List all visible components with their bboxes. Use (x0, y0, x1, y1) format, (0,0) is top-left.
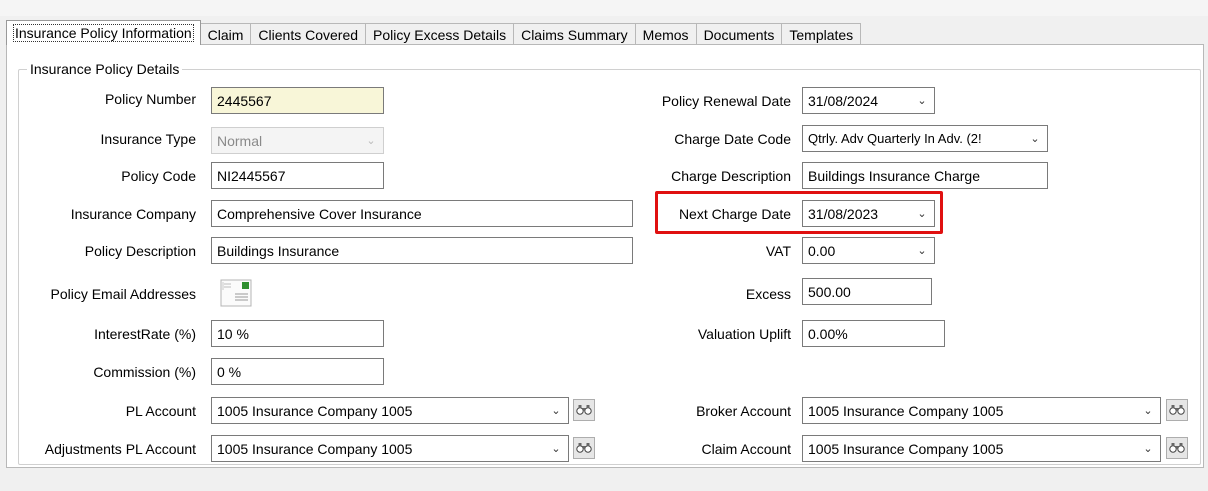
adjustments-pl-account-label: Adjustments PL Account (44, 441, 196, 457)
tab-documents[interactable]: Documents (695, 23, 783, 45)
broker-account-select[interactable]: 1005 Insurance Company 1005 ⌄ (802, 397, 1161, 424)
chevron-down-icon: ⌄ (917, 95, 927, 107)
claim-account-select[interactable]: 1005 Insurance Company 1005 ⌄ (802, 435, 1161, 462)
tab-policy-excess-details[interactable]: Policy Excess Details (365, 23, 515, 45)
chevron-down-icon: ⌄ (1143, 443, 1153, 455)
envelope-icon[interactable] (219, 278, 255, 308)
tab-clients-covered[interactable]: Clients Covered (250, 23, 367, 45)
commission-field[interactable]: 0 % (211, 358, 384, 385)
insurance-type-label: Insurance Type (100, 131, 196, 147)
policy-description-label: Policy Description (84, 243, 196, 259)
charge-description-label: Charge Description (671, 168, 791, 184)
charge-date-code-select[interactable]: Qtrly. Adv Quarterly In Adv. (2! ⌄ (802, 125, 1048, 152)
chevron-down-icon: ⌄ (1143, 405, 1153, 417)
binoculars-icon[interactable] (573, 437, 595, 459)
chevron-down-icon: ⌄ (366, 135, 376, 147)
policy-number-label: Policy Number (104, 91, 196, 107)
interest-rate-label: InterestRate (%) (94, 326, 196, 342)
pl-account-select[interactable]: 1005 Insurance Company 1005 ⌄ (211, 397, 569, 424)
top-strip (0, 0, 1208, 16)
group-title: Insurance Policy Details (27, 61, 183, 77)
tab-memos[interactable]: Memos (634, 23, 697, 45)
chevron-down-icon: ⌄ (917, 245, 927, 257)
broker-account-label: Broker Account (696, 403, 791, 419)
policy-code-label: Policy Code (121, 168, 196, 184)
tab-templates[interactable]: Templates (781, 23, 862, 45)
policy-email-label: Policy Email Addresses (50, 286, 196, 302)
insurance-company-label: Insurance Company (70, 206, 196, 222)
insurance-type-select[interactable]: Normal ⌄ (211, 127, 384, 154)
policy-number-field[interactable]: 2445567 (211, 87, 384, 114)
renewal-date-label: Policy Renewal Date (661, 93, 791, 109)
tab-bar: Insurance Policy Information Claim Clien… (6, 20, 862, 45)
vat-label: VAT (765, 243, 791, 259)
adjustments-pl-account-select[interactable]: 1005 Insurance Company 1005 ⌄ (211, 435, 569, 462)
binoculars-icon[interactable] (1166, 399, 1188, 421)
pl-account-label: PL Account (125, 403, 196, 419)
valuation-uplift-label: Valuation Uplift (697, 326, 791, 342)
excess-label: Excess (745, 286, 791, 302)
commission-label: Commission (%) (93, 364, 196, 380)
tab-claim[interactable]: Claim (199, 23, 252, 45)
chevron-down-icon: ⌄ (551, 443, 561, 455)
chevron-down-icon: ⌄ (1030, 133, 1040, 145)
policy-code-field[interactable]: NI2445567 (211, 162, 384, 189)
renewal-date-picker[interactable]: 31/08/2024 ⌄ (802, 87, 935, 114)
chevron-down-icon: ⌄ (551, 405, 561, 417)
policy-description-field[interactable]: Buildings Insurance (211, 237, 633, 264)
tab-insurance-policy-information[interactable]: Insurance Policy Information (6, 20, 201, 45)
charge-description-field[interactable]: Buildings Insurance Charge (802, 162, 1048, 189)
claim-account-label: Claim Account (701, 441, 791, 457)
vat-select[interactable]: 0.00 ⌄ (802, 237, 935, 264)
binoculars-icon[interactable] (1166, 437, 1188, 459)
binoculars-icon[interactable] (573, 399, 595, 421)
excess-field[interactable]: 500.00 (802, 278, 932, 305)
interest-rate-field[interactable]: 10 % (211, 320, 384, 347)
tab-claims-summary[interactable]: Claims Summary (513, 23, 636, 45)
valuation-uplift-field[interactable]: 0.00% (802, 320, 945, 347)
charge-date-code-label: Charge Date Code (674, 131, 791, 147)
highlight-box (655, 191, 943, 234)
insurance-company-field[interactable]: Comprehensive Cover Insurance (211, 200, 633, 227)
